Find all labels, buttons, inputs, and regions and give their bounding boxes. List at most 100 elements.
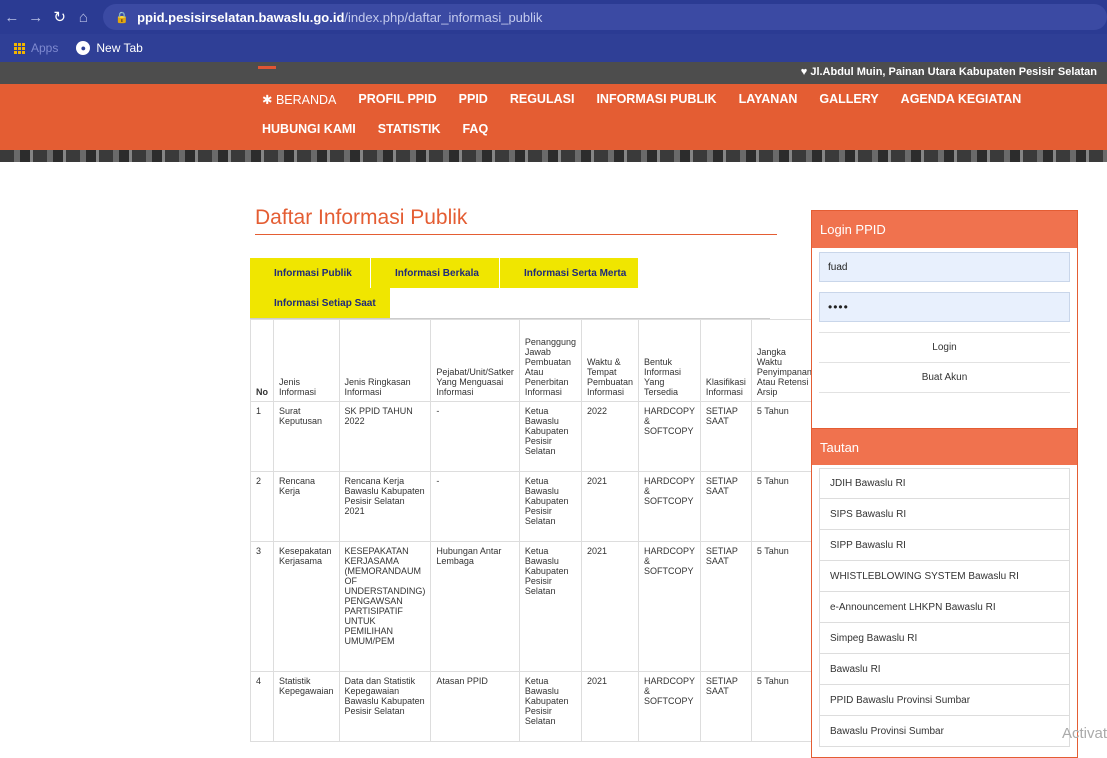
cell-jenis: Kesepakatan Kerjasama — [273, 541, 340, 672]
login-button[interactable]: Login — [819, 333, 1070, 363]
cell-pejabat: Hubungan Antar Lembaga — [430, 541, 520, 672]
nav-item-ppid[interactable]: PPID — [459, 92, 488, 107]
nav-item-profil-ppid[interactable]: PROFIL PPID — [358, 92, 436, 107]
buat-akun-link[interactable]: Buat Akun — [819, 363, 1070, 393]
cell-retensi: 5 Tahun — [750, 401, 818, 472]
cell-bentuk: HARDCOPY & SOFTCOPY — [638, 401, 701, 472]
chrome-icon: ● — [76, 41, 91, 55]
cell-ringkasan: Data dan Statistik Kepegawaian Bawaslu K… — [338, 671, 432, 742]
home-nav-icon: ✱ — [262, 93, 276, 107]
tab-informasi-berkala[interactable]: Informasi Berkala — [371, 258, 499, 288]
cell-retensi: 5 Tahun — [750, 671, 818, 742]
nav-item-faq[interactable]: FAQ — [462, 122, 488, 136]
cell-retensi: 5 Tahun — [750, 541, 818, 672]
col-header-no: No — [250, 319, 274, 402]
cell-waktu: 2021 — [580, 671, 640, 742]
new-tab-bookmark[interactable]: New Tab — [96, 41, 142, 55]
cell-no: 4 — [250, 671, 274, 742]
tautan-link-ppid-sumbar[interactable]: PPID Bawaslu Provinsi Sumbar — [819, 685, 1070, 716]
cell-penanggung: Ketua Bawaslu Kabupaten Pesisir Selatan — [518, 541, 582, 672]
cell-klasifikasi: SETIAP SAAT — [699, 401, 752, 472]
col-header-penanggung-jawab: Penanggung Jawab Pembuatan Atau Penerbit… — [518, 319, 582, 402]
back-icon[interactable]: ← — [0, 9, 24, 26]
cell-jenis: Statistik Kepegawaian — [273, 671, 340, 742]
nav-item-regulasi[interactable]: REGULASI — [510, 92, 575, 107]
table-row: 1 Surat Keputusan SK PPID TAHUN 2022 - K… — [250, 401, 818, 472]
cell-bentuk: HARDCOPY & SOFTCOPY — [638, 471, 701, 542]
main-navbar: ✱ BERANDA PROFIL PPID PPID REGULASI INFO… — [0, 84, 1107, 150]
table-row: 3 Kesepakatan Kerjasama KESEPAKATAN KERJ… — [250, 541, 818, 672]
browser-toolbar: ← → ↻ ⌂ 🔒 ppid.pesisirselatan.bawaslu.go… — [0, 0, 1107, 34]
cell-pejabat: Atasan PPID — [430, 671, 520, 742]
cell-waktu: 2021 — [580, 471, 640, 542]
login-panel-title: Login PPID — [812, 211, 1077, 248]
cell-bentuk: HARDCOPY & SOFTCOPY — [638, 671, 701, 742]
table-row: 2 Rencana Kerja Rencana Kerja Bawaslu Ka… — [250, 471, 818, 542]
apps-label[interactable]: Apps — [31, 41, 58, 55]
login-panel: Login PPID fuad •••• Login Buat Akun — [811, 210, 1078, 442]
title-divider — [255, 234, 777, 235]
cell-penanggung: Ketua Bawaslu Kabupaten Pesisir Selatan — [518, 471, 582, 542]
tautan-link-lhkpn[interactable]: e-Announcement LHKPN Bawaslu RI — [819, 592, 1070, 623]
nav-item-beranda[interactable]: ✱ BERANDA — [262, 92, 336, 107]
home-icon[interactable]: ⌂ — [72, 9, 96, 26]
col-header-pejabat: Pejabat/Unit/Satker Yang Menguasai Infor… — [430, 319, 520, 402]
tautan-link-sips[interactable]: SIPS Bawaslu RI — [819, 499, 1070, 530]
forward-icon[interactable]: → — [24, 9, 48, 26]
tautan-link-jdih[interactable]: JDIH Bawaslu RI — [819, 468, 1070, 499]
header-banner-strip — [0, 150, 1107, 162]
tautan-panel-title: Tautan — [812, 429, 1077, 465]
tautan-link-simpeg[interactable]: Simpeg Bawaslu RI — [819, 623, 1070, 654]
nav-item-statistik[interactable]: STATISTIK — [378, 122, 441, 136]
nav-item-layanan[interactable]: LAYANAN — [739, 92, 798, 107]
cell-jenis: Surat Keputusan — [273, 401, 340, 472]
nav-item-hubungi-kami[interactable]: HUBUNGI KAMI — [262, 122, 356, 136]
col-header-klasifikasi: Klasifikasi Informasi — [699, 319, 752, 402]
tab-informasi-serta-merta[interactable]: Informasi Serta Merta — [500, 258, 638, 288]
accent-marker — [258, 66, 276, 69]
site-topbar: ♥ Jl.Abdul Muin, Painan Utara Kabupaten … — [0, 62, 1107, 84]
cell-ringkasan: Rencana Kerja Bawaslu Kabupaten Pesisir … — [338, 471, 432, 542]
nav-item-gallery[interactable]: GALLERY — [819, 92, 878, 107]
cell-waktu: 2022 — [580, 401, 640, 472]
tautan-link-bawaslu-sumbar[interactable]: Bawaslu Provinsi Sumbar — [819, 716, 1070, 747]
informasi-table: No Jenis Informasi Jenis Ringkasan Infor… — [250, 319, 818, 742]
address-bar[interactable]: 🔒 ppid.pesisirselatan.bawaslu.go.id /ind… — [103, 4, 1107, 30]
apps-icon[interactable] — [14, 42, 25, 54]
nav-row-2: HUBUNGI KAMI STATISTIK FAQ — [262, 122, 510, 136]
col-header-jenis-informasi: Jenis Informasi — [273, 319, 340, 402]
lock-icon: 🔒 — [115, 11, 130, 24]
tautan-link-sipp[interactable]: SIPP Bawaslu RI — [819, 530, 1070, 561]
cell-pejabat: - — [430, 471, 520, 542]
tautan-panel: Tautan JDIH Bawaslu RI SIPS Bawaslu RI S… — [811, 428, 1078, 758]
table-row: 4 Statistik Kepegawaian Data dan Statist… — [250, 671, 818, 742]
cell-no: 1 — [250, 401, 274, 472]
cell-klasifikasi: SETIAP SAAT — [699, 541, 752, 672]
bookmarks-bar: Apps ● New Tab — [0, 34, 1107, 62]
password-input[interactable]: •••• — [819, 292, 1070, 322]
cell-no: 3 — [250, 541, 274, 672]
cell-ringkasan: SK PPID TAHUN 2022 — [338, 401, 432, 472]
nav-item-agenda-kegiatan[interactable]: AGENDA KEGIATAN — [901, 92, 1022, 107]
url-host: ppid.pesisirselatan.bawaslu.go.id — [137, 9, 345, 25]
col-header-jangka-waktu: Jangka Waktu Penyimpanan Atau Retensi Ar… — [750, 319, 818, 402]
cell-waktu: 2021 — [580, 541, 640, 672]
reload-icon[interactable]: ↻ — [48, 8, 72, 26]
tab-informasi-setiap-saat[interactable]: Informasi Setiap Saat — [250, 288, 390, 318]
cell-penanggung: Ketua Bawaslu Kabupaten Pesisir Selatan — [518, 401, 582, 472]
cell-ringkasan: KESEPAKATAN KERJASAMA (MEMORANDAUM OF UN… — [338, 541, 432, 672]
site-address: ♥ Jl.Abdul Muin, Painan Utara Kabupaten … — [800, 66, 1097, 78]
cell-no: 2 — [250, 471, 274, 542]
cell-penanggung: Ketua Bawaslu Kabupaten Pesisir Selatan — [518, 671, 582, 742]
tautan-link-whistleblowing[interactable]: WHISTLEBLOWING SYSTEM Bawaslu RI — [819, 561, 1070, 592]
tab-informasi-publik[interactable]: Informasi Publik — [250, 258, 370, 288]
username-input[interactable]: fuad — [819, 252, 1070, 282]
tautan-link-bawaslu-ri[interactable]: Bawaslu RI — [819, 654, 1070, 685]
url-path: /index.php/daftar_informasi_publik — [344, 9, 543, 25]
nav-row-1: ✱ BERANDA PROFIL PPID PPID REGULASI INFO… — [262, 92, 1043, 107]
nav-item-informasi-publik[interactable]: INFORMASI PUBLIK — [596, 92, 716, 107]
cell-retensi: 5 Tahun — [750, 471, 818, 542]
cell-pejabat: - — [430, 401, 520, 472]
table-header-row: No Jenis Informasi Jenis Ringkasan Infor… — [250, 319, 818, 402]
cell-bentuk: HARDCOPY & SOFTCOPY — [638, 541, 701, 672]
